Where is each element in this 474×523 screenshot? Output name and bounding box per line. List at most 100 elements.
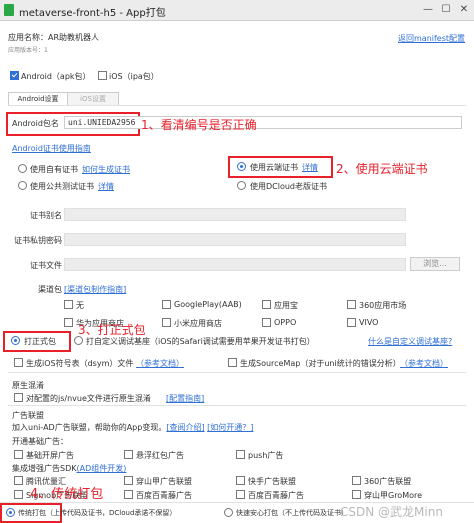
dsym-checkbox[interactable] [14,358,23,367]
annotation-4: 4、传统打包 [30,487,104,502]
package-value: uni.UNIEDA2956 [68,118,136,127]
package-input[interactable]: uni.UNIEDA2956 [64,116,462,129]
ad-enhanced-checkbox-360[interactable] [352,476,361,485]
browse-button[interactable]: 浏览... [410,257,460,271]
channel-checkbox-none[interactable] [64,300,73,309]
close-icon[interactable]: ✕ [456,2,472,18]
obfuscation-guide-link[interactable]: [配置指南] [166,393,204,404]
ad-basic-label-splash: 基础开屏广告 [26,451,74,460]
window-title: metaverse-front-h5 - App打包 [19,8,166,19]
ads-enhanced-link[interactable]: (AD组件开发) [76,464,126,473]
ad-enhanced-label-baidu-2: 百度百青藤广告 [248,491,304,500]
ad-enhanced-checkbox-sigmob[interactable] [14,490,23,499]
minimize-icon[interactable]: — [420,2,436,18]
ad-enhanced-checkbox-kuaishou[interactable] [236,476,245,485]
sourcemap-doc-link[interactable]: （参考文档） [400,358,448,369]
annotation-1: 1、看清编号是否正确 [141,118,257,132]
annotation-2: 2、使用云端证书 [336,162,428,176]
android-label: Android（apk包） [21,72,91,81]
tab-android-settings[interactable]: Android设置 [8,92,68,105]
channel-label-none: 无 [76,301,84,310]
ad-basic-label-push: push广告 [248,451,284,460]
ad-enhanced-checkbox-pangle[interactable] [124,476,133,485]
channel-checkbox-vivo[interactable] [347,318,356,327]
maximize-icon[interactable]: ☐ [438,2,454,18]
channel-checkbox-360[interactable] [347,300,356,309]
ios-label: iOS（ipa包） [109,72,159,81]
sourcemap-checkbox[interactable] [228,358,237,367]
channel-checkbox-yingyongbao[interactable] [262,300,271,309]
channel-checkbox-oppo[interactable] [262,318,271,327]
traditional-build-radio[interactable] [6,508,15,517]
ads-enhanced-row: 集成增强广告SDK(AD组件开发) [12,463,126,474]
ad-enhanced-checkbox-baidu-1[interactable] [124,490,133,499]
public-test-cert-link[interactable]: 详情 [98,181,114,192]
channel-label-360: 360应用市场 [359,301,407,310]
ads-intro-row: 加入uni-AD广告联盟，帮助你的App变现。[查阅介绍] [如何开通？] [12,422,253,433]
tab-ios-settings[interactable]: iOS设置 [67,92,119,105]
cloud-cert-label: 使用云端证书 [250,163,298,172]
ad-enhanced-label-360: 360广告联盟 [364,477,412,486]
tab-divider [8,105,466,106]
channel-label-googleplay: GooglePlay(AAB) [174,300,242,309]
channel-label-yingyongbao: 应用宝 [274,301,298,310]
channel-checkbox-huawei[interactable] [64,318,73,327]
custom-base-link[interactable]: 什么是自定义调试基座? [368,336,452,347]
ad-enhanced-label-gromore: 穿山甲GroMore [364,491,423,500]
dsym-doc-link[interactable]: （参考文档） [136,358,184,369]
dcloud-old-cert-radio[interactable] [237,181,246,190]
ad-basic-checkbox-push[interactable] [236,450,245,459]
ad-enhanced-label-baidu-1: 百度百青藤广告 [136,491,192,500]
ads-intro-text: 加入uni-AD广告联盟，帮助你的App变现。 [12,423,167,432]
ads-enhanced-label: 集成增强广告SDK [12,464,77,473]
cert-password-label: 证书私钥密码 [14,236,62,245]
app-name-row: 应用名称：AR助教机器人 [8,32,99,43]
ads-basic-label: 开通基础广告： [12,437,68,446]
ad-enhanced-checkbox-tencent[interactable] [14,476,23,485]
ads-howto-link[interactable]: [如何开通？] [207,423,253,432]
ad-enhanced-checkbox-baidu-2[interactable] [236,490,245,499]
manifest-link[interactable]: 返回manifest配置 [398,33,465,44]
channel-label-vivo: VIVO [359,318,379,327]
channel-checkbox-googleplay[interactable] [162,300,171,309]
dsym-label: 生成iOS符号表（dsym）文件 [26,359,134,368]
release-build-label: 打正式包 [24,337,56,346]
ad-basic-checkbox-splash[interactable] [14,450,23,459]
app-version: 应用版本号：1 [8,47,48,54]
cert-password-input[interactable] [64,233,406,246]
own-cert-radio[interactable] [18,164,27,173]
sourcemap-label: 生成SourceMap（对于uni统计的错误分析） [240,359,401,368]
channel-label-xiaomi: 小米应用商店 [174,319,222,328]
release-build-radio[interactable] [11,336,20,345]
ios-checkbox[interactable] [98,71,107,80]
safe-build-label: 快速安心打包（不上传代码及证书） [236,509,348,517]
own-cert-label: 使用自有证书 [30,165,78,174]
public-test-cert-label: 使用公共测试证书 [30,182,94,191]
app-icon [4,4,14,16]
ads-intro-link[interactable]: [查阅介绍] [166,423,204,432]
channel-checkbox-xiaomi[interactable] [162,318,171,327]
safe-build-radio[interactable] [224,508,233,517]
custom-base-radio[interactable] [74,336,83,345]
cert-alias-input[interactable] [64,208,406,221]
ad-basic-label-redpacket: 悬浮红包广告 [136,451,184,460]
package-label: Android包名 [12,119,59,128]
cloud-cert-radio[interactable] [237,162,246,171]
obfuscation-label: 对配置的js/nvue文件进行原生混淆 [26,394,151,403]
obfuscation-title: 原生混淆 [12,381,44,390]
android-checkbox[interactable] [10,71,19,80]
section-divider-1 [8,372,466,373]
custom-base-label: 打自定义调试基座（iOS的Safari调试需要用苹果开发证书打包） [86,337,315,346]
title-bar: metaverse-front-h5 - App打包 — ☐ ✕ [0,0,474,21]
cert-guide-link[interactable]: Android证书使用指南 [12,143,91,154]
channel-label: 渠道包 [38,285,62,294]
obfuscation-checkbox[interactable] [14,393,23,402]
public-test-cert-radio[interactable] [18,181,27,190]
ad-enhanced-checkbox-gromore[interactable] [352,490,361,499]
app-name-value: AR助教机器人 [48,33,100,42]
channel-guide-link[interactable]: [渠道包制作指南] [64,284,126,295]
cert-file-input[interactable] [64,258,406,271]
own-cert-link[interactable]: 如何生成证书 [82,164,130,175]
cloud-cert-link[interactable]: 详情 [302,162,318,173]
ad-basic-checkbox-redpacket[interactable] [124,450,133,459]
